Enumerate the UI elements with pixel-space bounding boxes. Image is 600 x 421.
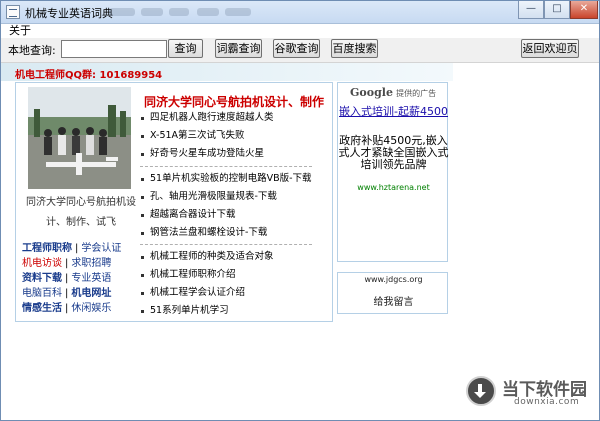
link-row: 电脑百科 | 机电网址 [22,286,147,301]
article-list: 机械工程师的种类及适合对象 机械工程师职称介绍 机械工程学会认证介绍 51系列单… [140,248,320,320]
list-item[interactable]: 好奇号火星车成功登陆火星 [140,145,320,163]
local-query-label: 本地查询: [8,44,56,57]
window-title: 机械专业英语词典 [25,7,113,20]
title-bar[interactable]: 机械专业英语词典 — □ ✕ [1,1,599,24]
link-separator: | [65,258,69,269]
link-computer-wiki[interactable]: 电脑百科 [22,288,62,299]
download-icon [466,376,496,406]
blurred-title-fragment [169,8,189,16]
back-to-welcome-button[interactable]: 返回欢迎页 [521,39,579,58]
link-jobs[interactable]: 求职招聘 [71,258,111,269]
query-button[interactable]: 查询 [168,39,203,58]
link-row: 资料下载 | 专业英语 [22,271,147,286]
dictionary-app-icon [6,5,20,19]
news-list-1: 四足机器人跑行速度超越人类 X-51A第三次试飞失败 好奇号火星车成功登陆火星 [140,109,320,163]
baidu-search-button[interactable]: 百度搜索 [331,39,378,58]
qq-banner: 机电工程师QQ群: 101689954 [1,63,453,81]
link-leisure[interactable]: 休闲娱乐 [71,303,111,314]
link-downloads[interactable]: 资料下载 [22,273,62,284]
download-list: 51单片机实验板的控制电路VB版-下载 孔、轴用光滑极限量规表-下载 超越离合器… [140,170,320,242]
list-item[interactable]: 机械工程学会认证介绍 [140,284,320,302]
leave-message-link[interactable]: 给我留言 [338,293,449,308]
iciba-query-button[interactable]: 词霸查询 [215,39,262,58]
ad-link[interactable]: 嵌入式培训-起薪4500 [338,105,449,119]
link-professional-english[interactable]: 专业英语 [71,273,111,284]
google-ad-box: Google 提供的广告 嵌入式培训-起薪4500 政府补贴4500元,嵌入式人… [337,82,449,262]
team-photo[interactable] [28,87,131,189]
ad-url[interactable]: www.hztarena.net [338,183,449,192]
site-url[interactable]: www.jdgcs.org [338,275,449,284]
link-separator: | [65,288,69,299]
qq-group-text: 机电工程师QQ群: 101689954 [15,70,163,81]
list-item[interactable]: X-51A第三次试飞失败 [140,127,320,145]
blurred-title-fragment [109,8,135,16]
link-interviews[interactable]: 机电访谈 [22,258,62,269]
link-emotional-life[interactable]: 情感生活 [22,303,62,314]
ad-text: 政府补贴4500元,嵌入式人才紧缺全国嵌入式培训领先品牌 [338,134,449,171]
list-item[interactable]: 机械工程师职称介绍 [140,266,320,284]
google-logo: Google [350,86,393,99]
link-engineer-title[interactable]: 工程师职称 [22,243,72,254]
list-item[interactable]: 孔、轴用光滑极限量规表-下载 [140,188,320,206]
link-separator: | [65,273,69,284]
toolbar: 本地查询: 查询 词霸查询 谷歌查询 百度搜索 返回欢迎页 [1,38,599,63]
list-item[interactable]: 机械工程师的种类及适合对象 [140,248,320,266]
watermark: 当下软件园 downxia.com [466,373,596,413]
list-item[interactable]: 钢管法兰盘和螺栓设计-下载 [140,224,320,242]
category-links: 工程师职称 | 学会认证 机电访谈 | 求职招聘 资料下载 | 专业英语 电脑百科 | 机电网址… [22,241,147,316]
link-society-certification[interactable]: 学会认证 [81,243,121,254]
guestbook-box: www.jdgcs.org 给我留言 [337,272,448,314]
app-window: 机械专业英语词典 — □ ✕ 关于 本地查询: 查询 词霸查询 谷歌查询 百度搜… [0,0,600,421]
link-row: 情感生活 | 休闲娱乐 [22,301,147,316]
link-mechatronics-sites[interactable]: 机电网址 [71,288,111,299]
minimize-button[interactable]: — [518,1,544,19]
ad-header: Google 提供的广告 [350,86,436,99]
search-input[interactable] [61,40,167,58]
list-item[interactable]: 51系列单片机学习 [140,302,320,320]
google-query-button[interactable]: 谷歌查询 [273,39,320,58]
maximize-button[interactable]: □ [544,1,570,19]
featured-article-title[interactable]: 同济大学同心号航拍机设计、制作 [144,93,324,110]
blurred-title-fragment [197,8,219,16]
minimize-icon: — [526,3,536,14]
menu-item-about[interactable]: 关于 [9,24,31,38]
blurred-title-fragment [225,8,251,16]
list-divider [140,166,312,167]
list-divider [140,244,312,245]
link-row: 工程师职称 | 学会认证 [22,241,147,256]
watermark-url: downxia.com [514,397,580,407]
team-photo-image [28,87,131,189]
close-button[interactable]: ✕ [570,1,598,19]
list-item[interactable]: 51单片机实验板的控制电路VB版-下载 [140,170,320,188]
photo-caption[interactable]: 同济大学同心号航拍机设计、制作、试飞 [19,193,143,233]
list-item[interactable]: 超越离合器设计下载 [140,206,320,224]
close-icon: ✕ [579,3,589,14]
maximize-icon: □ [552,3,562,14]
menu-bar: 关于 [1,24,599,38]
link-row: 机电访谈 | 求职招聘 [22,256,147,271]
link-separator: | [65,303,69,314]
list-item[interactable]: 四足机器人跑行速度超越人类 [140,109,320,127]
blurred-title-fragment [141,8,163,16]
link-separator: | [75,243,79,254]
ad-provided-label: 提供的广告 [396,89,437,98]
